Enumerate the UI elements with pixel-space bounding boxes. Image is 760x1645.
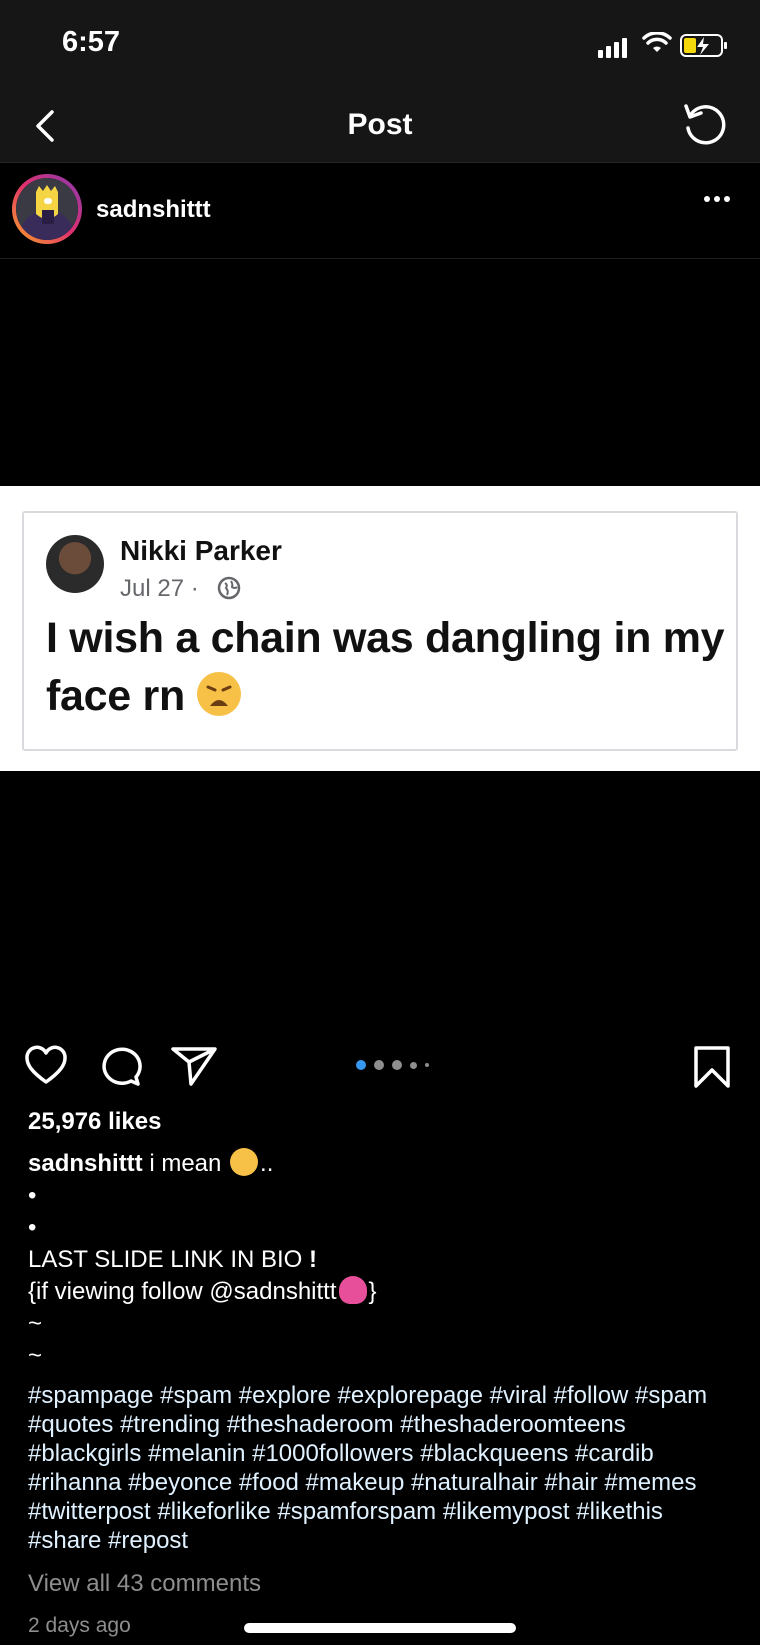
post-username[interactable]: sadnshittt [96, 196, 211, 224]
tweet-date: Jul 27 · [120, 575, 199, 602]
bookmark-icon[interactable] [692, 1045, 732, 1089]
carousel-dot [392, 1060, 402, 1070]
caption-last-slide-text: LAST SLIDE LINK IN BIO [28, 1246, 303, 1273]
cellular-signal-icon [598, 38, 627, 58]
share-send-icon[interactable] [170, 1045, 218, 1087]
caption-username[interactable]: sadnshittt [28, 1150, 143, 1177]
view-comments-link[interactable]: View all 43 comments [28, 1570, 261, 1598]
post-header: sadnshittt [0, 162, 760, 259]
tweet-avatar [46, 535, 104, 593]
carousel-indicator [356, 1060, 429, 1070]
action-bar [0, 1033, 760, 1093]
tweet-card: Nikki Parker Jul 27 · I wish a chain was… [22, 511, 738, 751]
caption-ellipsis: .. [260, 1150, 274, 1177]
globe-icon [217, 576, 241, 600]
tweet-text: I wish a chain was dangling in my face r… [46, 614, 725, 720]
screenshot-image: Nikki Parker Jul 27 · I wish a chain was… [0, 486, 760, 771]
caption-bullet: • [28, 1182, 37, 1209]
page-title: Post [347, 108, 413, 141]
caption-hashtags[interactable]: #spampage #spam #explore #explorepage #v… [28, 1381, 738, 1555]
status-bar: 6:57 [0, 0, 760, 90]
caption-follow: {if viewing follow @sadnshittt} [28, 1276, 738, 1308]
profile-picture [16, 178, 78, 240]
more-options-icon[interactable] [704, 196, 730, 202]
caption-first-line: sadnshittt i mean .. [28, 1148, 738, 1180]
tweet-author: Nikki Parker [120, 535, 282, 566]
heart-icon[interactable] [24, 1045, 68, 1085]
battery-icon [680, 34, 727, 57]
caption-last-slide: LAST SLIDE LINK IN BIO ! [28, 1244, 738, 1276]
post-timestamp: 2 days ago [28, 1614, 131, 1637]
caption-text: i mean [142, 1150, 229, 1177]
caption-tilde: ~ [28, 1310, 43, 1337]
avatar[interactable] [12, 174, 82, 244]
tweet-text-block: I wish a chain was dangling in my face r… [46, 609, 726, 725]
carousel-dot [425, 1063, 429, 1067]
pink-heart-emoji-icon [338, 1276, 367, 1304]
home-indicator[interactable] [244, 1623, 516, 1633]
caption-follow-text: {if viewing follow @sadnshittt [28, 1278, 337, 1305]
carousel-dot [410, 1061, 417, 1069]
likes-count[interactable]: 25,976 likes [28, 1108, 161, 1136]
status-time: 6:57 [62, 26, 121, 58]
post-media[interactable]: Nikki Parker Jul 27 · I wish a chain was… [0, 259, 760, 1033]
weary-face-emoji-icon [196, 672, 241, 716]
comment-icon[interactable] [98, 1045, 142, 1087]
refresh-icon[interactable] [676, 96, 732, 152]
caption-bullet: • [28, 1214, 37, 1241]
caption-follow-end: } [368, 1278, 377, 1305]
carousel-dot-active [356, 1060, 366, 1070]
exclamation-icon: ! [309, 1246, 317, 1273]
kissing-face-emoji-icon [230, 1148, 259, 1176]
nav-bar: Post [0, 90, 760, 163]
wifi-icon [642, 32, 672, 52]
caption-tilde: ~ [28, 1342, 43, 1369]
post-caption: sadnshittt i mean .. • • LAST SLIDE LINK… [28, 1148, 738, 1372]
carousel-dot [374, 1060, 384, 1070]
